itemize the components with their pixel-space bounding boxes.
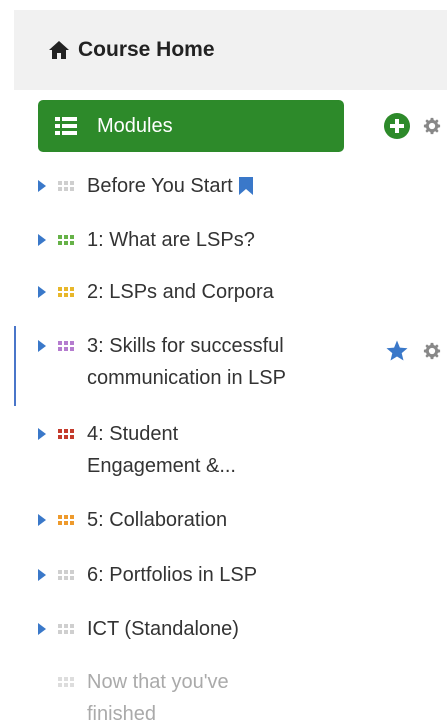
item-label: 6: Portfolios in LSP	[87, 564, 258, 586]
list-item[interactable]: 1: What are LSPs?	[38, 224, 255, 256]
item-label: 4: Student Engagement &...	[87, 423, 236, 477]
grid-icon	[58, 677, 75, 688]
modules-button-label: Modules	[97, 114, 173, 137]
active-item-indicator	[14, 326, 16, 406]
list-item[interactable]: Before You Start	[38, 170, 253, 202]
list-item[interactable]: Now that you've finished	[38, 666, 229, 727]
expand-triangle-icon[interactable]	[38, 286, 46, 298]
expand-triangle-icon[interactable]	[38, 428, 46, 440]
list-item[interactable]: 3: Skills for successful communication in…	[38, 330, 286, 394]
expand-triangle-icon[interactable]	[38, 623, 46, 635]
expand-triangle-icon[interactable]	[38, 569, 46, 581]
list-item[interactable]: ICT (Standalone)	[38, 613, 239, 645]
item-label: Before You Start	[87, 175, 233, 197]
grid-icon	[58, 235, 75, 246]
expand-triangle-icon[interactable]	[38, 180, 46, 192]
list-icon	[55, 117, 77, 135]
add-module-icon[interactable]	[384, 113, 410, 139]
list-item[interactable]: 2: LSPs and Corpora	[38, 276, 274, 308]
bookmark-icon	[238, 177, 253, 195]
item-label: 3: Skills for successful communication in…	[87, 335, 286, 389]
expand-triangle-icon[interactable]	[38, 340, 46, 352]
item-label: 5: Collaboration	[87, 509, 228, 531]
grid-icon	[58, 570, 75, 581]
course-home-title: Course Home	[78, 38, 215, 61]
list-item[interactable]: 5: Collaboration	[38, 504, 227, 536]
modules-button[interactable]: Modules	[38, 100, 344, 152]
grid-icon	[58, 287, 75, 298]
gear-icon[interactable]	[423, 342, 441, 360]
list-item[interactable]: 4: Student Engagement &...	[38, 418, 236, 482]
item-label: 1: What are LSPs?	[87, 229, 255, 251]
item-label: 2: LSPs and Corpora	[87, 281, 274, 303]
expand-triangle-icon[interactable]	[38, 234, 46, 246]
grid-icon	[58, 624, 75, 635]
expand-triangle-icon[interactable]	[38, 514, 46, 526]
item-label: ICT (Standalone)	[87, 618, 239, 640]
home-icon	[49, 41, 69, 59]
list-item[interactable]: 6: Portfolios in LSP	[38, 559, 257, 591]
grid-icon	[58, 181, 75, 192]
star-icon[interactable]	[385, 339, 409, 363]
course-home-link[interactable]: Course Home	[48, 38, 215, 62]
grid-icon	[58, 515, 75, 526]
grid-icon	[58, 341, 75, 352]
item-label: Now that you've finished	[87, 671, 229, 725]
gear-icon[interactable]	[423, 117, 441, 135]
grid-icon	[58, 429, 75, 440]
